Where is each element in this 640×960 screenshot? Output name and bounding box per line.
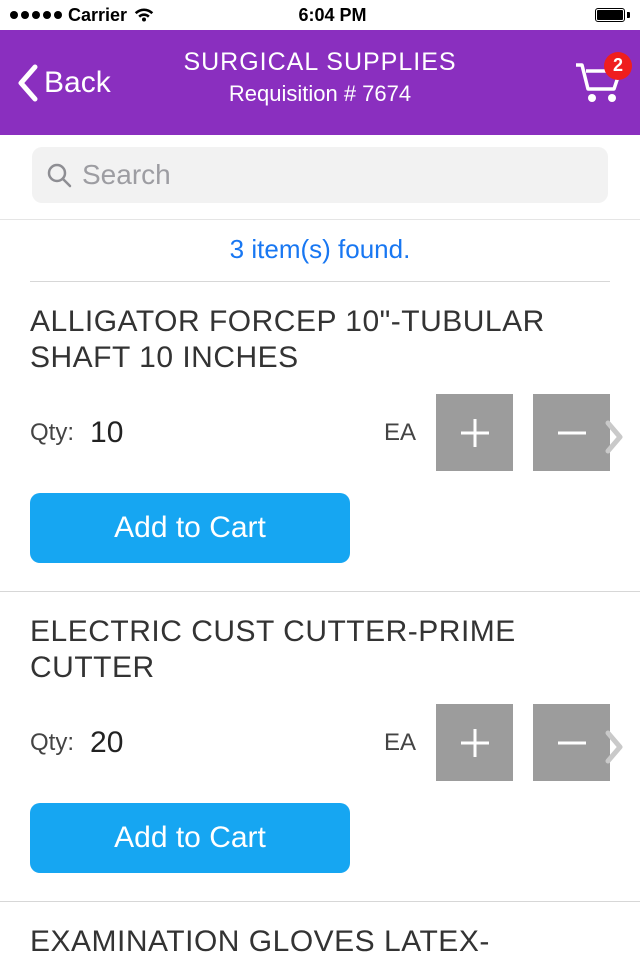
qty-row: Qty: 10 EA xyxy=(30,394,610,471)
status-bar: Carrier 6:04 PM xyxy=(0,0,640,30)
item-title: EXAMINATION GLOVES LATEX-POWDERED LATEXT… xyxy=(30,924,610,960)
add-to-cart-button[interactable]: Add to Cart xyxy=(30,803,350,873)
list-item[interactable]: ELECTRIC CUST CUTTER-PRIME CUTTER Qty: 2… xyxy=(0,592,640,902)
page-subtitle: Requisition # 7674 xyxy=(183,81,456,107)
qty-decrease-button[interactable] xyxy=(533,394,610,471)
qty-increase-button[interactable] xyxy=(436,394,513,471)
chevron-left-icon xyxy=(16,64,38,102)
qty-increase-button[interactable] xyxy=(436,704,513,781)
minus-icon xyxy=(552,413,592,453)
status-time: 6:04 PM xyxy=(155,5,510,26)
unit-label: EA xyxy=(384,419,416,447)
list-item[interactable]: ALLIGATOR FORCEP 10"-TUBULAR SHAFT 10 IN… xyxy=(0,282,640,592)
cart-button[interactable]: 2 xyxy=(574,62,622,104)
search-input[interactable] xyxy=(82,159,594,191)
unit-label: EA xyxy=(384,729,416,757)
search-field[interactable] xyxy=(32,147,608,203)
results-count: 3 item(s) found. xyxy=(30,220,610,282)
add-to-cart-button[interactable]: Add to Cart xyxy=(30,493,350,563)
search-icon xyxy=(46,162,72,188)
qty-row: Qty: 20 EA xyxy=(30,704,610,781)
carrier-label: Carrier xyxy=(68,5,127,26)
header: Back SURGICAL SUPPLIES Requisition # 767… xyxy=(0,30,640,135)
wifi-icon xyxy=(133,7,155,23)
back-label: Back xyxy=(44,66,111,100)
status-right xyxy=(510,8,630,22)
minus-icon xyxy=(552,723,592,763)
qty-label: Qty: xyxy=(30,729,74,757)
add-to-cart-label: Add to Cart xyxy=(114,511,266,545)
qty-label: Qty: xyxy=(30,419,74,447)
back-button[interactable]: Back xyxy=(16,64,111,102)
search-bar xyxy=(0,135,640,220)
chevron-right-icon xyxy=(604,730,624,764)
battery-icon xyxy=(595,8,630,22)
chevron-right-icon xyxy=(604,420,624,454)
add-to-cart-label: Add to Cart xyxy=(114,821,266,855)
signal-strength-icon xyxy=(10,11,62,19)
list-item[interactable]: EXAMINATION GLOVES LATEX-POWDERED LATEXT… xyxy=(0,902,640,960)
status-left: Carrier xyxy=(10,5,155,26)
plus-icon xyxy=(455,723,495,763)
header-title-block: SURGICAL SUPPLIES Requisition # 7674 xyxy=(183,48,456,107)
qty-decrease-button[interactable] xyxy=(533,704,610,781)
plus-icon xyxy=(455,413,495,453)
cart-badge: 2 xyxy=(604,52,632,80)
page-title: SURGICAL SUPPLIES xyxy=(183,48,456,77)
qty-value: 10 xyxy=(90,416,150,450)
item-title: ALLIGATOR FORCEP 10"-TUBULAR SHAFT 10 IN… xyxy=(30,304,610,376)
item-title: ELECTRIC CUST CUTTER-PRIME CUTTER xyxy=(30,614,610,686)
qty-value: 20 xyxy=(90,726,150,760)
items-list: ALLIGATOR FORCEP 10"-TUBULAR SHAFT 10 IN… xyxy=(0,282,640,960)
